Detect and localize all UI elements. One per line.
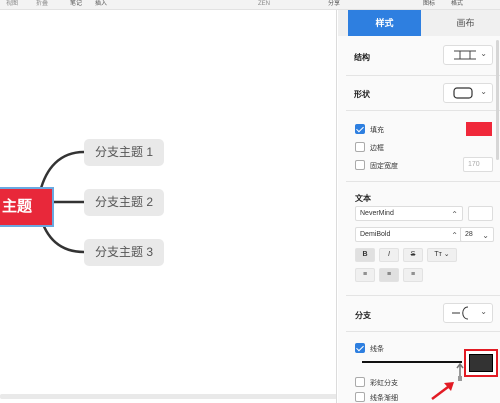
align-left-icon: ≡ bbox=[362, 271, 368, 278]
text-label: 文本 bbox=[355, 194, 371, 203]
strikethrough-button[interactable]: S bbox=[403, 248, 423, 262]
structure-select[interactable]: ⌄ bbox=[443, 45, 493, 65]
text-case-label: Tт bbox=[434, 251, 442, 258]
branch-label: 分支 bbox=[355, 311, 371, 320]
align-center-icon: ≡ bbox=[386, 271, 392, 278]
rounded-rect-icon bbox=[453, 87, 473, 99]
font-size-value: 28 bbox=[465, 231, 473, 238]
top-toolbar: 视图 折叠 笔记 插入 ZEN 分享 图标 格式 bbox=[0, 0, 500, 10]
align-center-button[interactable]: ≡ bbox=[379, 268, 399, 282]
italic-button[interactable]: I bbox=[379, 248, 399, 262]
branch-select[interactable]: ⌄ bbox=[443, 303, 493, 323]
divider bbox=[346, 331, 500, 332]
toolbar-notes[interactable]: 笔记 bbox=[70, 0, 82, 8]
font-weight-value: DemiBold bbox=[360, 231, 391, 238]
subtopic-1[interactable]: 分支主题 1 bbox=[84, 139, 164, 166]
taper-line-label: 线条渐细 bbox=[370, 395, 398, 402]
toolbar-view[interactable]: 视图 bbox=[6, 0, 18, 8]
red-arrow-annotation bbox=[431, 382, 454, 400]
taper-line-checkbox[interactable] bbox=[355, 392, 365, 402]
toolbar-format[interactable]: 格式 bbox=[451, 0, 463, 8]
toolbar-insert[interactable]: 插入 bbox=[95, 0, 107, 8]
shape-select[interactable]: ⌄ bbox=[443, 83, 493, 103]
toolbar-fold[interactable]: 折叠 bbox=[36, 0, 48, 8]
structure-label: 结构 bbox=[354, 53, 370, 62]
branch-line-1 bbox=[38, 150, 85, 193]
rainbow-branch-label: 彩虹分支 bbox=[370, 380, 398, 387]
align-right-button[interactable]: ≡ bbox=[403, 268, 423, 282]
divider bbox=[346, 75, 500, 76]
panel-tabs: 样式 画布 bbox=[338, 10, 500, 36]
fixed-width-checkbox[interactable] bbox=[355, 160, 365, 170]
shape-label: 形状 bbox=[354, 90, 370, 99]
tab-style[interactable]: 样式 bbox=[348, 10, 421, 36]
align-right-icon: ≡ bbox=[410, 271, 416, 278]
border-checkbox[interactable] bbox=[355, 142, 365, 152]
line-color-swatch bbox=[469, 354, 493, 372]
divider bbox=[346, 181, 500, 182]
text-case-button[interactable]: Tт ⌄ bbox=[427, 248, 457, 262]
chevron-down-icon: ⌄ bbox=[480, 49, 487, 58]
chevron-down-icon: ⌄ bbox=[480, 87, 487, 96]
central-topic[interactable]: 主题 bbox=[0, 187, 54, 227]
divider bbox=[346, 295, 500, 296]
horizontal-scrollbar[interactable] bbox=[0, 394, 336, 399]
subtopic-2[interactable]: 分支主题 2 bbox=[84, 189, 164, 216]
fixed-width-input[interactable]: 170 bbox=[463, 157, 493, 172]
font-family-value: NeverMind bbox=[360, 210, 394, 217]
chevron-down-icon: ⌄ bbox=[482, 231, 489, 240]
chevron-down-icon: ⌄ bbox=[480, 307, 487, 316]
font-color-swatch[interactable] bbox=[468, 206, 493, 221]
fill-checkbox[interactable] bbox=[355, 124, 365, 134]
line-checkbox[interactable] bbox=[355, 343, 365, 353]
font-family-select[interactable]: NeverMind ⌃ bbox=[355, 206, 463, 221]
subtopic-3[interactable]: 分支主题 3 bbox=[84, 239, 164, 266]
toolbar-share[interactable]: 分享 bbox=[328, 0, 340, 8]
branch-connector-icon bbox=[452, 306, 469, 320]
mindmap-canvas[interactable]: 主题 分支主题 1 分支主题 2 分支主题 3 bbox=[0, 10, 337, 403]
divider bbox=[346, 110, 500, 111]
toolbar-zen[interactable]: ZEN bbox=[258, 0, 270, 8]
updown-icon: ⌃ bbox=[451, 231, 458, 240]
rainbow-branch-checkbox[interactable] bbox=[355, 377, 365, 387]
line-style-sample[interactable] bbox=[362, 361, 462, 363]
border-label: 边框 bbox=[370, 145, 384, 152]
toolbar-icons[interactable]: 图标 bbox=[423, 0, 435, 8]
font-weight-select[interactable]: DemiBold ⌃ bbox=[355, 227, 463, 242]
bold-button[interactable]: B bbox=[355, 248, 375, 262]
structure-icon bbox=[454, 50, 476, 60]
align-left-button[interactable]: ≡ bbox=[355, 268, 375, 282]
font-size-select[interactable]: 28 ⌄ bbox=[460, 227, 494, 242]
fill-label: 填充 bbox=[370, 127, 384, 134]
line-label: 线条 bbox=[370, 346, 384, 353]
updown-icon: ⌃ bbox=[451, 210, 458, 219]
tab-canvas[interactable]: 画布 bbox=[431, 10, 500, 36]
fixed-width-label: 固定宽度 bbox=[370, 163, 398, 170]
fill-color-swatch[interactable] bbox=[466, 122, 492, 136]
panel-scrollbar[interactable] bbox=[496, 40, 499, 160]
